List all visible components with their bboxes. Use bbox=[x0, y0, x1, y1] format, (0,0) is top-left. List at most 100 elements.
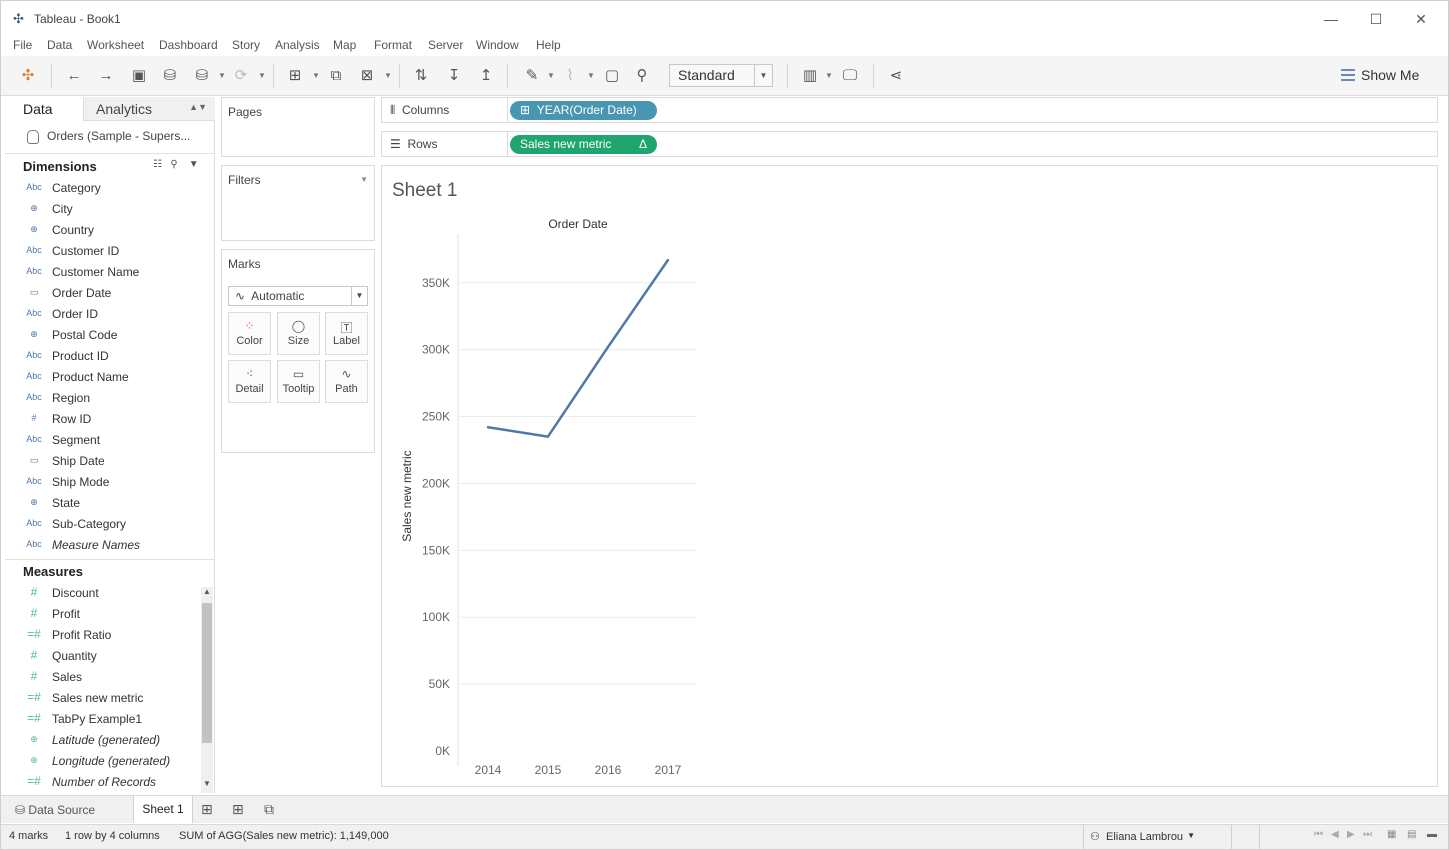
measure-field[interactable]: # Quantity bbox=[24, 647, 199, 667]
new-worksheet-icon[interactable]: ⊞ bbox=[284, 66, 306, 86]
menu-file[interactable]: File bbox=[13, 38, 32, 52]
scrollbar-thumb[interactable] bbox=[202, 603, 212, 743]
menu-data[interactable]: Data bbox=[47, 38, 72, 52]
dimension-field[interactable]: ⊕ State bbox=[24, 494, 199, 514]
dimension-field[interactable]: Abc Segment bbox=[24, 431, 199, 451]
save-icon[interactable]: ▣ bbox=[128, 66, 150, 86]
dimension-field[interactable]: ▭ Ship Date bbox=[24, 452, 199, 472]
search-icon[interactable]: ⚲ bbox=[170, 159, 177, 170]
measure-field[interactable]: # Profit bbox=[24, 605, 199, 625]
measures-scrollbar[interactable]: ▲ ▼ bbox=[201, 587, 213, 793]
presentation-mode-icon[interactable]: 🖵 bbox=[839, 66, 861, 86]
measure-field[interactable]: ⊕ Longitude (generated) bbox=[24, 752, 199, 772]
show-tabs-icon[interactable]: ▬ bbox=[1427, 829, 1437, 840]
group-dropdown-icon[interactable]: ▼ bbox=[587, 71, 595, 80]
show-mark-labels-icon[interactable]: ▢ bbox=[601, 66, 623, 86]
last-sheet-icon[interactable]: ⏭ bbox=[1363, 829, 1372, 840]
close-button[interactable]: ✕ bbox=[1411, 9, 1431, 29]
label-button[interactable]: 🅃 Label bbox=[325, 312, 368, 355]
tab-data[interactable]: Data bbox=[5, 97, 83, 121]
menu-format[interactable]: Format bbox=[374, 38, 412, 52]
show-cards-icon[interactable]: ▥ bbox=[799, 66, 821, 86]
filters-menu-icon[interactable]: ▼ bbox=[360, 175, 368, 184]
highlight-dropdown-icon[interactable]: ▼ bbox=[547, 71, 555, 80]
dimensions-menu-icon[interactable]: ▼ bbox=[189, 159, 199, 170]
dimension-field[interactable]: Abc Customer Name bbox=[24, 263, 199, 283]
measure-field[interactable]: =# TabPy Example1 bbox=[24, 710, 199, 730]
rows-shelf[interactable]: ☰ Rows Sales new metric Δ bbox=[381, 131, 1438, 157]
dimension-field[interactable]: # Row ID bbox=[24, 410, 199, 430]
measure-field[interactable]: ⊕ Latitude (generated) bbox=[24, 731, 199, 751]
dimension-field[interactable]: Abc Measure Names bbox=[24, 536, 199, 556]
detail-button[interactable]: ⁖ Detail bbox=[228, 360, 271, 403]
measure-field[interactable]: # Discount bbox=[24, 584, 199, 604]
dimension-field[interactable]: Abc Sub-Category bbox=[24, 515, 199, 535]
dimension-field[interactable]: ⊕ Postal Code bbox=[24, 326, 199, 346]
undo-icon[interactable]: ← bbox=[63, 66, 85, 86]
new-worksheet-dropdown-icon[interactable]: ▼ bbox=[312, 71, 320, 80]
filters-card[interactable]: Filters ▼ bbox=[221, 165, 375, 241]
sort-descending-icon[interactable]: ↥ bbox=[475, 66, 497, 86]
sheet-title[interactable]: Sheet 1 bbox=[392, 180, 458, 202]
previous-sheet-icon[interactable]: ◀ bbox=[1331, 829, 1339, 840]
menu-help[interactable]: Help bbox=[536, 38, 561, 52]
dimension-field[interactable]: Abc Product ID bbox=[24, 347, 199, 367]
menu-server[interactable]: Server bbox=[428, 38, 463, 52]
refresh-dropdown-icon[interactable]: ▼ bbox=[258, 71, 266, 80]
data-source-name[interactable]: Orders (Sample - Supers... bbox=[47, 129, 190, 143]
dimension-field[interactable]: Abc Customer ID bbox=[24, 242, 199, 262]
new-story-tab-icon[interactable]: ⧉ bbox=[264, 801, 274, 818]
dimension-field[interactable]: ⊕ Country bbox=[24, 221, 199, 241]
tooltip-button[interactable]: ▭ Tooltip bbox=[277, 360, 320, 403]
scroll-up-icon[interactable]: ▲ bbox=[201, 587, 213, 601]
dimension-field[interactable]: Abc Product Name bbox=[24, 368, 199, 388]
first-sheet-icon[interactable]: ⏮ bbox=[1314, 829, 1323, 840]
columns-shelf[interactable]: ⦀ Columns ⊞ YEAR(Order Date) bbox=[381, 97, 1438, 123]
measure-field[interactable]: =# Sales new metric bbox=[24, 689, 199, 709]
tableau-start-icon[interactable]: ✣ bbox=[17, 66, 39, 86]
duplicate-sheet-icon[interactable]: ⧉ bbox=[325, 66, 347, 86]
scroll-down-icon[interactable]: ▼ bbox=[201, 779, 213, 793]
dimension-field[interactable]: Abc Region bbox=[24, 389, 199, 409]
view-list-icon[interactable]: ☷ bbox=[153, 159, 162, 170]
size-button[interactable]: ◯ Size bbox=[277, 312, 320, 355]
expand-icon[interactable]: ⊞ bbox=[520, 103, 530, 117]
pages-card[interactable]: Pages bbox=[221, 97, 375, 157]
menu-window[interactable]: Window bbox=[476, 38, 519, 52]
fit-dropdown[interactable]: Standard ▼ bbox=[669, 64, 773, 87]
group-members-icon[interactable]: ⌇ bbox=[559, 66, 581, 86]
menu-dashboard[interactable]: Dashboard bbox=[159, 38, 218, 52]
pause-updates-icon[interactable]: ⛁ bbox=[191, 66, 213, 86]
clear-sheet-icon[interactable]: ⊠ bbox=[356, 66, 378, 86]
show-filmstrip-icon[interactable]: ▤ bbox=[1407, 829, 1416, 840]
columns-pill[interactable]: ⊞ YEAR(Order Date) bbox=[510, 101, 657, 120]
pause-dropdown-icon[interactable]: ▼ bbox=[218, 71, 226, 80]
dimension-field[interactable]: Abc Order ID bbox=[24, 305, 199, 325]
clear-dropdown-icon[interactable]: ▼ bbox=[384, 71, 392, 80]
maximize-button[interactable]: ☐ bbox=[1366, 9, 1386, 29]
new-data-source-icon[interactable]: ⛁ bbox=[159, 66, 181, 86]
color-button[interactable]: ⁘ Color bbox=[228, 312, 271, 355]
fix-axes-icon[interactable]: ⚲ bbox=[631, 66, 653, 86]
mark-type-dropdown[interactable]: ∿ Automatic ▼ bbox=[228, 286, 368, 306]
redo-icon[interactable]: → bbox=[95, 66, 117, 86]
dimension-field[interactable]: Abc Category bbox=[24, 179, 199, 199]
dimension-field[interactable]: ⊕ City bbox=[24, 200, 199, 220]
show-cards-dropdown-icon[interactable]: ▼ bbox=[825, 71, 833, 80]
path-button[interactable]: ∿ Path bbox=[325, 360, 368, 403]
menu-analysis[interactable]: Analysis bbox=[275, 38, 320, 52]
dimension-field[interactable]: Abc Ship Mode bbox=[24, 473, 199, 493]
menu-worksheet[interactable]: Worksheet bbox=[87, 38, 144, 52]
measure-field[interactable]: =# Number of Records bbox=[24, 773, 199, 793]
rows-pill[interactable]: Sales new metric Δ bbox=[510, 135, 657, 154]
measure-field[interactable]: # Sales bbox=[24, 668, 199, 688]
user-menu[interactable]: ⚇ Eliana Lambrou ▼ bbox=[1083, 825, 1203, 849]
sheet-tab[interactable]: Sheet 1 bbox=[133, 796, 193, 823]
sort-ascending-icon[interactable]: ↧ bbox=[443, 66, 465, 86]
data-source-tab[interactable]: ⛁ Data Source bbox=[15, 803, 95, 817]
show-me-button[interactable]: Show Me bbox=[1341, 67, 1419, 83]
menu-map[interactable]: Map bbox=[333, 38, 356, 52]
swap-rows-columns-icon[interactable]: ⇅ bbox=[410, 66, 432, 86]
new-worksheet-tab-icon[interactable]: ⊞ bbox=[201, 801, 213, 818]
menu-story[interactable]: Story bbox=[232, 38, 260, 52]
